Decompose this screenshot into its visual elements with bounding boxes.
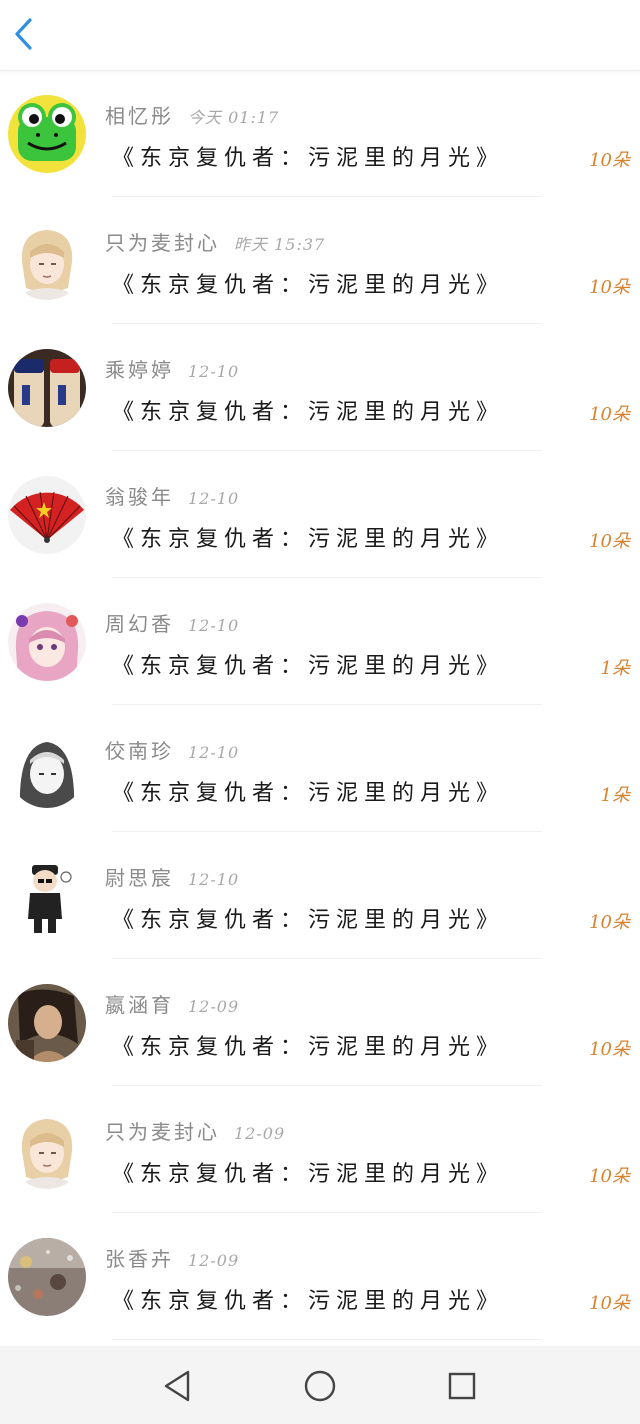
avatar[interactable]: [8, 730, 86, 808]
time-label: 12-09: [188, 1251, 240, 1270]
flower-count: 10朵: [589, 531, 630, 552]
time-label: 12-10: [188, 616, 240, 635]
list-item[interactable]: 张香卉 12-09 《东京复仇者：污泥里的月光》 10朵: [0, 1213, 640, 1340]
anime-blonde-avatar-image: [8, 222, 86, 300]
rainy-window-avatar-image: [8, 1238, 86, 1316]
flower-count: 1朵: [600, 785, 630, 806]
nav-home-button[interactable]: [298, 1364, 342, 1408]
red-fan-avatar-image: [8, 476, 86, 554]
anime-blonde-avatar-image: [8, 1111, 86, 1189]
time-label: 12-10: [188, 362, 240, 381]
time-label: 12-09: [234, 1124, 286, 1143]
flower-count: 10朵: [589, 404, 630, 425]
book-title: 《东京复仇者：污泥里的月光》: [112, 1289, 505, 1314]
user-name: 相忆彤 今天 01:17: [105, 104, 280, 128]
nav-home-circle-icon: [304, 1370, 336, 1402]
time-label: 12-09: [188, 997, 240, 1016]
flower-count: 10朵: [589, 912, 630, 933]
list-item[interactable]: 翁骏年 12-10 《东京复仇者：污泥里的月光》 10朵: [0, 451, 640, 578]
book-title: 《东京复仇者：污泥里的月光》: [112, 146, 505, 171]
frog-avatar-image: [8, 95, 86, 173]
list-item[interactable]: 尉思宸 12-10 《东京复仇者：污泥里的月光》 10朵: [0, 832, 640, 959]
flower-count: 10朵: [589, 1293, 630, 1314]
top-bar: [0, 0, 640, 71]
book-title: 《东京复仇者：污泥里的月光》: [112, 654, 505, 679]
time-label: 12-10: [188, 489, 240, 508]
list-item[interactable]: 周幻香 12-10 《东京复仇者：污泥里的月光》 1朵: [0, 578, 640, 705]
avatar[interactable]: [8, 603, 86, 681]
list-item[interactable]: 只为麦封心 昨天 15:37 《东京复仇者：污泥里的月光》 10朵: [0, 197, 640, 324]
avatar[interactable]: [8, 1238, 86, 1316]
list-item[interactable]: 乘婷婷 12-10 《东京复仇者：污泥里的月光》 10朵: [0, 324, 640, 451]
avatar[interactable]: [8, 984, 86, 1062]
book-title: 《东京复仇者：污泥里的月光》: [112, 1035, 505, 1060]
book-title: 《东京复仇者：污泥里的月光》: [112, 273, 505, 298]
flower-count: 10朵: [589, 1166, 630, 1187]
list-item[interactable]: 佼南珍 12-10 《东京复仇者：污泥里的月光》 1朵: [0, 705, 640, 832]
user-name: 嬴涵育 12-09: [105, 993, 240, 1017]
user-name: 只为麦封心 昨天 15:37: [105, 231, 326, 255]
chevron-left-icon: [15, 18, 32, 50]
flower-count: 10朵: [589, 1039, 630, 1060]
sketch-hood-avatar-image: [8, 730, 86, 808]
list-item[interactable]: 只为麦封心 12-09 《东京复仇者：污泥里的月光》 10朵: [0, 1086, 640, 1213]
nav-recents-button[interactable]: [440, 1364, 484, 1408]
cartoon-boy-avatar-image: [8, 857, 86, 935]
book-title: 《东京复仇者：污泥里的月光》: [112, 400, 505, 425]
back-button[interactable]: [6, 14, 42, 54]
book-title: 《东京复仇者：污泥里的月光》: [112, 1162, 505, 1187]
avatar[interactable]: [8, 476, 86, 554]
flower-count: 10朵: [589, 277, 630, 298]
user-name: 周幻香 12-10: [105, 612, 240, 636]
divider: [112, 1339, 542, 1340]
time-label: 今天 01:17: [188, 108, 280, 127]
user-name: 尉思宸 12-10: [105, 866, 240, 890]
avatar[interactable]: [8, 349, 86, 427]
book-title: 《东京复仇者：污泥里的月光》: [112, 781, 505, 806]
avatar[interactable]: [8, 857, 86, 935]
avatar[interactable]: [8, 222, 86, 300]
nav-back-button[interactable]: [156, 1364, 200, 1408]
time-label: 12-10: [188, 743, 240, 762]
gift-record-list: 相忆彤 今天 01:17 《东京复仇者：污泥里的月光》 10朵 只为麦封心 昨天 1…: [0, 70, 640, 1340]
avatar[interactable]: [8, 95, 86, 173]
book-title: 《东京复仇者：污泥里的月光》: [112, 908, 505, 933]
book-title: 《东京复仇者：污泥里的月光》: [112, 527, 505, 552]
nav-back-triangle-icon: [164, 1370, 190, 1402]
user-name: 张香卉 12-09: [105, 1247, 240, 1271]
user-name: 乘婷婷 12-10: [105, 358, 240, 382]
system-navigation-bar: [0, 1346, 640, 1424]
bottles-avatar-image: [8, 349, 86, 427]
user-name: 翁骏年 12-10: [105, 485, 240, 509]
time-label: 昨天 15:37: [234, 235, 326, 254]
avatar[interactable]: [8, 1111, 86, 1189]
nav-recents-square-icon: [448, 1372, 476, 1400]
user-name: 佼南珍 12-10: [105, 739, 240, 763]
time-label: 12-10: [188, 870, 240, 889]
flower-count: 10朵: [589, 150, 630, 171]
anime-pink-avatar-image: [8, 603, 86, 681]
flower-count: 1朵: [600, 658, 630, 679]
list-item[interactable]: 相忆彤 今天 01:17 《东京复仇者：污泥里的月光》 10朵: [0, 70, 640, 197]
list-item[interactable]: 嬴涵育 12-09 《东京复仇者：污泥里的月光》 10朵: [0, 959, 640, 1086]
photo-woman-avatar-image: [8, 984, 86, 1062]
user-name: 只为麦封心 12-09: [105, 1120, 286, 1144]
